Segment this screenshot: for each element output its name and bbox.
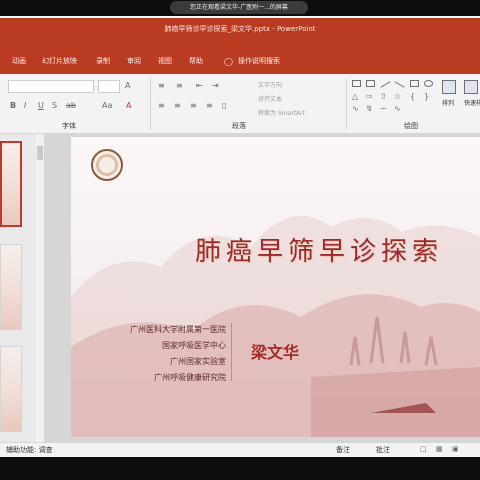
curve-shape-icon[interactable]: ∽ <box>380 104 387 114</box>
institution-3: 广州国家实验室 <box>170 357 226 366</box>
divider-line <box>231 323 232 381</box>
institution-4: 广州呼吸健康研究院 <box>154 373 226 382</box>
columns-icon[interactable]: ▯ <box>222 101 226 111</box>
slide-thumbnail-selected[interactable] <box>0 141 22 227</box>
tab-animations[interactable]: 动画 <box>12 56 26 66</box>
tab-view[interactable]: 视图 <box>158 56 172 66</box>
ribbon-separator <box>150 78 151 130</box>
italic-button[interactable]: I <box>24 101 26 111</box>
ribbon-separator <box>346 78 347 130</box>
triangle-shape-icon[interactable]: △ <box>352 92 358 102</box>
tab-record[interactable]: 录制 <box>96 56 110 66</box>
window-title: 肺癌早筛诊早诊探索_梁文华.pptx - PowerPoint <box>164 25 316 33</box>
institution-2: 国家呼吸医学中心 <box>162 341 226 350</box>
ribbon: A B I U S ab Aa A 字体 ≡ ≡ ⇤ ⇥ ≡ ≡ ≡ ≡ ▯ 文… <box>0 74 480 134</box>
line-shape-icon[interactable] <box>380 81 391 88</box>
slide-thumbnail[interactable] <box>0 346 22 432</box>
convert-smartart-button[interactable]: 转换为 SmartArt <box>258 108 305 117</box>
screen: 您正在观看梁文华-广医附一...的屏幕 肺癌早筛诊早诊探索_梁文华.pptx -… <box>0 0 480 480</box>
font-name-box[interactable] <box>8 80 94 93</box>
star-shape-icon[interactable]: ☆ <box>394 92 401 102</box>
slide-title: 肺癌早筛早诊探索 <box>195 237 444 267</box>
brace-shape-icon[interactable]: } <box>424 92 429 102</box>
screen-share-banner: 您正在观看梁文华-广医附一...的屏幕 <box>170 1 308 14</box>
justify-icon[interactable]: ≡ <box>206 101 213 111</box>
institution-1: 广州医科大学附属第一医院 <box>130 325 226 334</box>
status-bar: 辅助功能: 调查 备注 批注 □ ▦ ▣ <box>0 442 480 457</box>
rectangle-shape-icon[interactable] <box>410 80 419 87</box>
numbering-icon[interactable]: ≡ <box>176 81 183 91</box>
font-size-change-button[interactable]: Aa <box>102 101 112 111</box>
bold-button[interactable]: B <box>10 101 16 111</box>
quick-styles-icon[interactable] <box>464 80 478 94</box>
shadow-button[interactable]: S <box>52 101 57 111</box>
tab-review[interactable]: 审阅 <box>127 56 141 66</box>
font-group-label: 字体 <box>62 122 76 130</box>
lightning-shape-icon[interactable]: ↯ <box>366 104 373 114</box>
align-left-icon[interactable]: ≡ <box>158 101 165 111</box>
curve-shape-icon[interactable]: ∿ <box>352 104 359 114</box>
slide-thumbnail[interactable] <box>0 244 22 330</box>
tab-help[interactable]: 帮助 <box>189 56 203 66</box>
brace-shape-icon[interactable]: { <box>410 92 415 102</box>
align-text-button[interactable]: 对齐文本 <box>258 94 282 103</box>
comments-button[interactable]: 批注 <box>376 445 390 455</box>
align-center-icon[interactable]: ≡ <box>174 101 181 111</box>
normal-view-icon[interactable]: □ <box>420 445 427 453</box>
drawing-group-label: 绘图 <box>404 122 418 130</box>
quick-styles-button[interactable]: 快速样式 <box>464 98 480 107</box>
accessibility-status[interactable]: 辅助功能: 调查 <box>6 445 53 455</box>
oval-shape-icon[interactable] <box>424 80 433 87</box>
arrange-button[interactable]: 排列 <box>442 98 454 107</box>
slide-sorter-icon[interactable]: ▦ <box>436 445 443 453</box>
scrollbar-thumb[interactable] <box>37 146 43 160</box>
font-size-box[interactable] <box>98 80 120 93</box>
font-color-button[interactable]: A <box>126 101 131 111</box>
textbox-shape-icon[interactable] <box>352 80 361 87</box>
strikethrough-button[interactable]: ab <box>66 101 76 111</box>
arrow-shape-icon[interactable]: ⇨ <box>366 92 373 102</box>
bottom-border <box>0 457 480 480</box>
indent-icon[interactable]: ⇤ <box>196 81 203 91</box>
bullets-icon[interactable]: ≡ <box>158 81 165 91</box>
current-slide[interactable]: 肺癌早筛早诊探索 广州医科大学附属第一医院 国家呼吸医学中心 广州国家实验室 广… <box>71 137 480 437</box>
paragraph-group-label: 段落 <box>232 122 246 130</box>
landscape-background <box>71 215 480 437</box>
underline-button[interactable]: U <box>38 101 44 111</box>
reading-view-icon[interactable]: ▣ <box>452 445 459 453</box>
notes-button[interactable]: 备注 <box>336 445 350 455</box>
tab-slideshow[interactable]: 幻灯片放映 <box>42 56 77 66</box>
align-right-icon[interactable]: ≡ <box>190 101 197 111</box>
curve-shape-icon[interactable]: ∿ <box>394 104 401 114</box>
arrange-icon[interactable] <box>442 80 456 94</box>
textbox-vertical-shape-icon[interactable] <box>366 80 375 87</box>
outdent-icon[interactable]: ⇥ <box>212 81 219 91</box>
thumbnail-scrollbar[interactable] <box>36 134 44 442</box>
speaker-name: 梁文华 <box>251 343 300 362</box>
arrow-shape-icon[interactable]: ⇧ <box>380 92 387 102</box>
line-shape-icon[interactable] <box>394 81 405 88</box>
ribbon-tabs: 动画 幻灯片放映 录制 审阅 视图 帮助 操作说明搜索 <box>0 52 480 74</box>
grow-font-icon[interactable]: A <box>125 81 130 91</box>
tell-me-search[interactable]: 操作说明搜索 <box>238 56 280 66</box>
lightbulb-icon: ◯ <box>224 57 233 66</box>
text-direction-button[interactable]: 文字方向 <box>258 80 282 89</box>
